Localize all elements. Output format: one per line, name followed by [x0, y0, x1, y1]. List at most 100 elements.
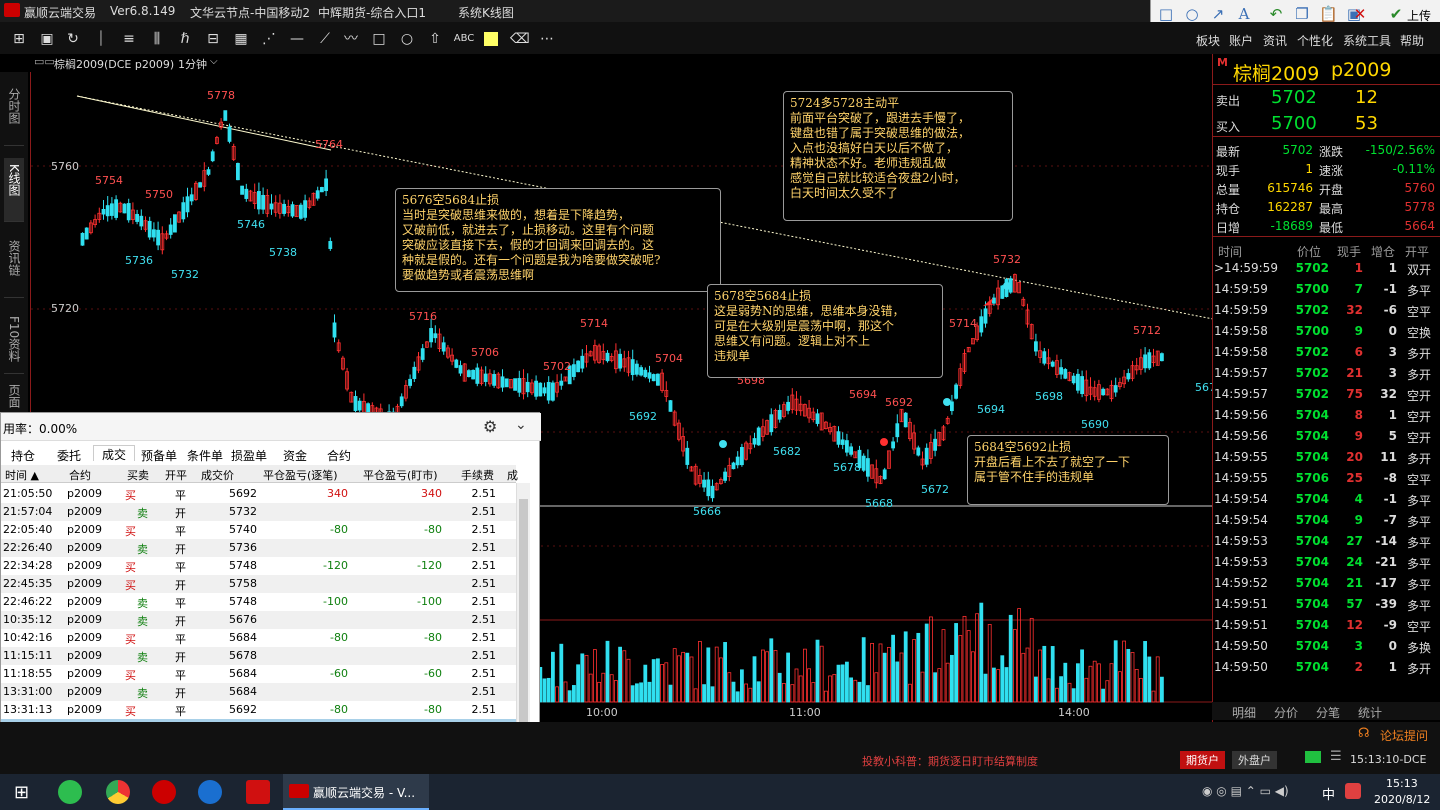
- tab-kline[interactable]: K线图: [4, 158, 24, 222]
- crosshair-icon[interactable]: ⊞: [10, 30, 28, 48]
- arrow-up-icon[interactable]: ⇧: [426, 30, 444, 48]
- headset-icon[interactable]: ☊: [1358, 726, 1370, 741]
- gear-icon[interactable]: ⚙: [483, 417, 497, 436]
- tab-detail[interactable]: 明细: [1232, 704, 1256, 721]
- table-row[interactable]: 13:31:00 p2009 卖开 5684 2.51: [1, 683, 516, 701]
- volume-bar: [1126, 648, 1131, 703]
- candle-body: [1160, 353, 1164, 362]
- check-icon[interactable]: ✔: [1387, 5, 1405, 23]
- tab-contracts[interactable]: 合约: [327, 447, 351, 463]
- wave-icon[interactable]: 〰: [342, 30, 360, 48]
- menu-item[interactable]: 系统工具: [1343, 32, 1391, 49]
- volume-bar: [551, 651, 555, 703]
- segment-icon[interactable]: ⟋: [316, 30, 334, 48]
- news-ticker[interactable]: 投教小科普：期货逐日盯市结算制度: [862, 753, 1038, 769]
- tray-icons[interactable]: ◉ ◎ ▤ ⌃ ▭ ◀): [1202, 784, 1289, 798]
- menu-item[interactable]: 账户: [1229, 32, 1253, 49]
- menu-item[interactable]: 资讯: [1263, 32, 1287, 49]
- tab-pre-orders[interactable]: 预备单: [141, 447, 177, 463]
- chevron-down-icon[interactable]: ⌵: [210, 56, 218, 67]
- tab-timeshare[interactable]: 分时图: [4, 82, 24, 146]
- tab-conditional[interactable]: 条件单: [187, 447, 223, 463]
- candle-body: [559, 380, 564, 386]
- futures-account-tab[interactable]: 期货户: [1180, 751, 1225, 769]
- table-row[interactable]: 11:18:55 p2009 买平 5684 -60 -60 2.51: [1, 665, 516, 683]
- table-row[interactable]: 11:15:11 p2009 卖开 5678 2.51: [1, 647, 516, 665]
- forum-link[interactable]: 论坛提问: [1380, 727, 1428, 744]
- candle-body: [895, 423, 900, 438]
- delete-icon[interactable]: ✕: [1351, 5, 1369, 23]
- taskbar-active-app[interactable]: 赢顺云端交易 - V...: [283, 774, 429, 810]
- table-row[interactable]: 22:34:28 p2009 买平 5748 -120 -120 2.51: [1, 557, 516, 575]
- table-row[interactable]: 13:31:13 p2009 买平 5692 -80 -80 2.51: [1, 701, 516, 719]
- windows-start-icon[interactable]: ⊞: [14, 782, 29, 803]
- draw-line10-icon[interactable]: ⫼: [148, 30, 166, 48]
- table-row[interactable]: 22:05:40 p2009 买平 5740 -80 -80 2.51: [1, 521, 516, 539]
- table-row[interactable]: 21:05:50 p2009 买平 5692 340 340 2.51: [1, 485, 516, 503]
- refresh-icon[interactable]: ↻: [64, 30, 82, 48]
- draw-line1-icon[interactable]: ⏐: [92, 30, 110, 48]
- menu-lines-icon[interactable]: ☰: [1330, 749, 1342, 764]
- draw-line-h-icon[interactable]: ℏ: [176, 30, 194, 48]
- app3-icon[interactable]: [198, 780, 222, 804]
- undo-icon[interactable]: ↶: [1267, 5, 1285, 23]
- save-layout-icon[interactable]: ▣: [38, 30, 56, 48]
- dash-line-icon[interactable]: ⋰: [260, 30, 278, 48]
- menu-item[interactable]: 帮助: [1400, 32, 1424, 49]
- trend-line-solid: [76, 95, 332, 151]
- table-row[interactable]: 22:45:35 p2009 买开 5758 2.51: [1, 575, 516, 593]
- table-row[interactable]: 21:57:04 p2009 卖开 5732 2.51: [1, 503, 516, 521]
- arrow-tool-icon[interactable]: ↗: [1209, 5, 1227, 23]
- rect-icon[interactable]: □: [370, 30, 388, 48]
- tab-positions[interactable]: 持仓: [11, 447, 35, 463]
- app4-icon[interactable]: [246, 780, 270, 804]
- period-select[interactable]: 1分钟: [178, 56, 207, 72]
- text-tool-icon[interactable]: A: [1235, 5, 1253, 23]
- volume-bar: [769, 638, 774, 703]
- table-row[interactable]: 10:42:16 p2009 买平 5684 -80 -80 2.51: [1, 629, 516, 647]
- menu-item[interactable]: 个性化: [1297, 32, 1333, 49]
- hline-icon[interactable]: —: [288, 30, 306, 48]
- candle-body: [538, 382, 543, 397]
- tab-funds[interactable]: 资金: [283, 447, 307, 463]
- draw-line3-icon[interactable]: ≡: [120, 30, 138, 48]
- foreign-account-tab[interactable]: 外盘户: [1232, 751, 1277, 769]
- candle-body: [454, 359, 459, 368]
- text-abc-icon[interactable]: ABC: [452, 30, 476, 48]
- color-swatch-icon[interactable]: [484, 32, 498, 46]
- ime-indicator[interactable]: 中: [1322, 784, 1335, 803]
- ellipse-icon[interactable]: ○: [398, 30, 416, 48]
- volume-bar: [849, 677, 853, 703]
- volume-bar: [828, 675, 832, 703]
- draw-box-icon[interactable]: ⊟: [204, 30, 222, 48]
- tab-orders[interactable]: 委托: [57, 447, 81, 463]
- wechat-icon[interactable]: [58, 780, 82, 804]
- collapse-icon[interactable]: ⌄: [515, 417, 527, 433]
- ellipse-tool-icon[interactable]: ○: [1183, 5, 1201, 23]
- scroll-thumb[interactable]: [519, 499, 528, 749]
- link-icon[interactable]: ▭▭: [34, 55, 55, 68]
- chrome-icon[interactable]: [106, 780, 130, 804]
- entry-marker: [1003, 282, 1011, 290]
- tab-stop-profit[interactable]: 损盈单: [231, 447, 267, 463]
- eraser-icon[interactable]: ⌫: [510, 30, 530, 48]
- copy-icon[interactable]: ❐: [1293, 5, 1311, 23]
- more-icon[interactable]: ⋯: [538, 30, 556, 48]
- table-row[interactable]: 22:46:22 p2009 卖平 5748 -100 -100 2.51: [1, 593, 516, 611]
- tab-trades[interactable]: 成交: [93, 445, 136, 462]
- table-row[interactable]: 10:35:12 p2009 卖开 5676 2.51: [1, 611, 516, 629]
- tab-price[interactable]: 分价: [1274, 704, 1298, 721]
- rectangle-tool-icon[interactable]: □: [1157, 5, 1175, 23]
- grid-icon[interactable]: ▦: [232, 30, 250, 48]
- tab-f10[interactable]: F10资料: [4, 310, 24, 374]
- menu-item[interactable]: 板块: [1196, 32, 1220, 49]
- tab-news-chain[interactable]: 资讯链: [4, 234, 24, 298]
- antivirus-icon[interactable]: [1345, 783, 1361, 799]
- quote-tabs: 明细 分价 分笔 统计: [1212, 702, 1440, 720]
- tab-ticks[interactable]: 分笔: [1316, 704, 1340, 721]
- paste-icon[interactable]: 📋: [1319, 5, 1338, 23]
- table-row[interactable]: 22:26:40 p2009 卖开 5736 2.51: [1, 539, 516, 557]
- app2-icon[interactable]: [152, 780, 176, 804]
- candle-body: [412, 366, 417, 380]
- tab-stats[interactable]: 统计: [1358, 704, 1382, 721]
